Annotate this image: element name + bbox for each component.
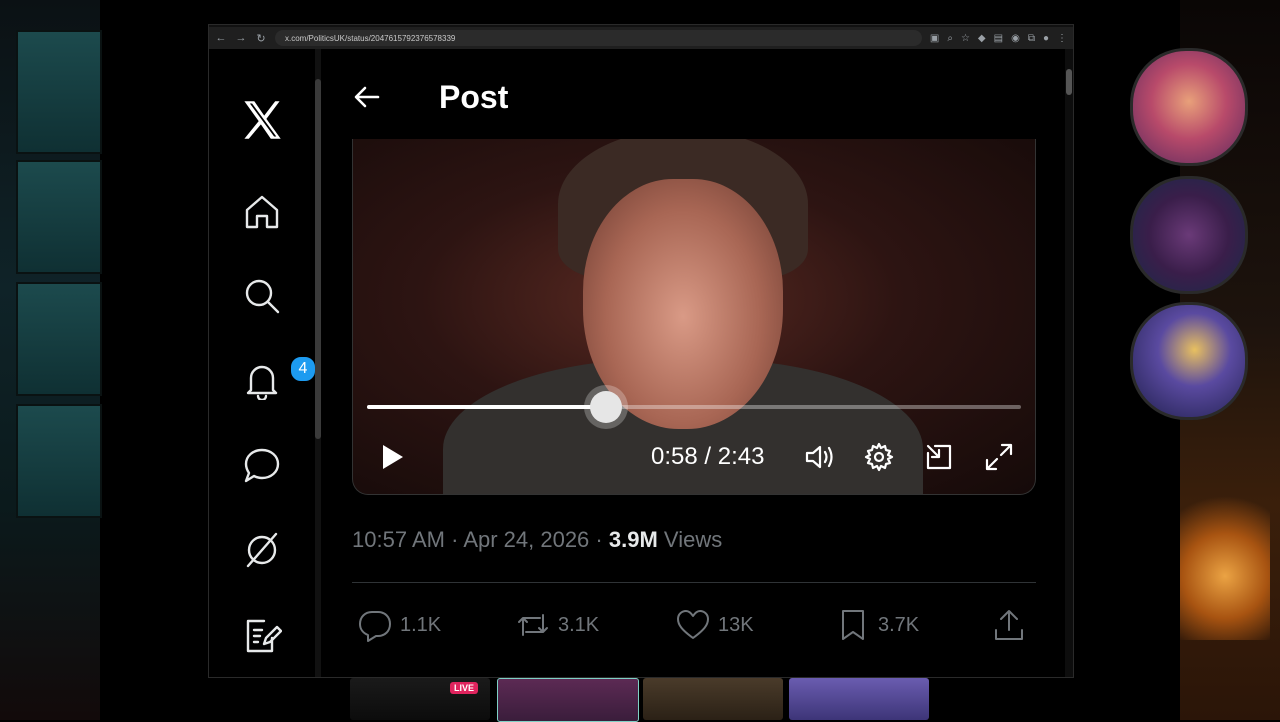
video-thumbnail-strip: LIVE bbox=[350, 678, 930, 722]
extensions-puzzle-icon[interactable]: ⧉ bbox=[1028, 33, 1035, 44]
post-metadata: 10:57 AM · Apr 24, 2026 · 3.9M Views bbox=[352, 527, 722, 553]
zoom-icon[interactable]: ⌕ bbox=[947, 33, 953, 44]
extension-icon[interactable]: ◉ bbox=[1011, 33, 1020, 44]
avatar bbox=[1130, 48, 1248, 166]
heart-icon bbox=[677, 610, 709, 639]
page-title: Post bbox=[439, 78, 509, 115]
x-logo-icon[interactable] bbox=[237, 95, 287, 145]
browser-window: ← → ↻ x.com/PoliticsUK/status/2047615792… bbox=[208, 24, 1074, 678]
like-button[interactable]: 13K bbox=[676, 605, 754, 645]
video-frame-face bbox=[583, 179, 783, 429]
thumbnail-card[interactable] bbox=[789, 678, 929, 720]
window-pane bbox=[16, 282, 102, 396]
video-player[interactable]: 0:58 / 2:43 bbox=[352, 139, 1036, 495]
address-bar[interactable]: x.com/PoliticsUK/status/2047615792376578… bbox=[275, 30, 922, 46]
bell-icon bbox=[246, 365, 278, 400]
avatar bbox=[1130, 302, 1248, 420]
reply-icon bbox=[359, 611, 391, 642]
video-controls: 0:58 / 2:43 bbox=[353, 435, 1035, 479]
install-icon[interactable]: ▣ bbox=[930, 33, 939, 44]
window-pane bbox=[16, 404, 102, 518]
bookmark-button[interactable]: 3.7K bbox=[836, 605, 919, 645]
share-button[interactable] bbox=[992, 605, 1026, 645]
main-column: Post 0:58 / 2:43 10:57 AM · Apr 24, 2026… bbox=[327, 49, 1062, 677]
forward-nav-icon[interactable]: → bbox=[235, 32, 247, 44]
window-pane bbox=[16, 160, 102, 274]
meta-separator: · bbox=[451, 527, 459, 552]
divider bbox=[352, 582, 1036, 583]
profile-icon[interactable]: ● bbox=[1043, 33, 1049, 44]
play-button[interactable] bbox=[371, 435, 411, 479]
related-section-peek bbox=[352, 661, 1036, 677]
bookmark-count: 3.7K bbox=[878, 613, 920, 636]
bookmark-star-icon[interactable]: ☆ bbox=[961, 33, 970, 44]
thumbnail-card[interactable] bbox=[643, 678, 783, 720]
reply-count: 1.1K bbox=[400, 613, 442, 636]
expand-icon bbox=[985, 443, 1013, 471]
browser-extensions: ▣ ⌕ ☆ ◆ ▤ ◉ ⧉ ● ⋮ bbox=[930, 33, 1067, 44]
back-nav-icon[interactable]: ← bbox=[215, 32, 227, 44]
scrollbar-thumb[interactable] bbox=[315, 79, 321, 439]
post-date[interactable]: Apr 24, 2026 bbox=[463, 527, 589, 552]
stream-avatars bbox=[1130, 0, 1248, 720]
chat-bubble-icon bbox=[244, 448, 280, 483]
window-pane bbox=[16, 30, 102, 154]
video-time: 0:58 / 2:43 bbox=[651, 443, 765, 470]
avatar bbox=[1130, 176, 1248, 294]
back-button[interactable] bbox=[347, 77, 387, 117]
sidebar-item-messages[interactable] bbox=[237, 441, 287, 491]
sidebar-item-compose[interactable] bbox=[237, 611, 287, 661]
gear-icon bbox=[864, 442, 894, 472]
settings-button[interactable] bbox=[859, 435, 899, 479]
compose-icon bbox=[246, 619, 282, 653]
sidebar-scrollbar[interactable] bbox=[315, 49, 321, 677]
post-time[interactable]: 10:57 AM bbox=[352, 527, 445, 552]
picture-in-picture-button[interactable] bbox=[919, 435, 959, 479]
post-header: Post bbox=[327, 77, 508, 117]
volume-button[interactable] bbox=[799, 435, 839, 479]
fullscreen-button[interactable] bbox=[979, 435, 1019, 479]
browser-toolbar: ← → ↻ x.com/PoliticsUK/status/2047615792… bbox=[209, 27, 1073, 49]
search-icon bbox=[245, 279, 280, 314]
url-text: x.com/PoliticsUK/status/2047615792376578… bbox=[285, 33, 456, 43]
sidebar-item-notifications[interactable]: 4 bbox=[237, 355, 317, 405]
live-badge: LIVE bbox=[449, 682, 478, 694]
notification-badge: 4 bbox=[289, 355, 317, 383]
reply-button[interactable]: 1.1K bbox=[358, 605, 441, 645]
reload-icon[interactable]: ↻ bbox=[255, 32, 267, 45]
like-count: 13K bbox=[718, 613, 754, 636]
repost-count: 3.1K bbox=[558, 613, 600, 636]
extension-icon[interactable]: ◆ bbox=[978, 33, 986, 44]
scrollbar-thumb[interactable] bbox=[1066, 69, 1072, 95]
repost-button[interactable]: 3.1K bbox=[516, 605, 599, 645]
volume-icon bbox=[805, 445, 833, 469]
meta-separator: · bbox=[595, 527, 603, 552]
sidebar-item-explore[interactable] bbox=[237, 271, 287, 321]
progress-scrubber[interactable] bbox=[589, 391, 622, 423]
bookmark-icon bbox=[842, 610, 864, 640]
repost-icon bbox=[518, 614, 548, 636]
menu-kebab-icon[interactable]: ⋮ bbox=[1057, 33, 1067, 44]
views-count: 3.9M bbox=[608, 527, 658, 552]
background-left-window-scene bbox=[0, 0, 102, 720]
post-actions: 1.1K 3.1K 13K 3.7K bbox=[352, 605, 1036, 645]
play-icon bbox=[383, 445, 403, 469]
sidebar-nav: 4 bbox=[209, 49, 319, 677]
share-icon bbox=[995, 610, 1023, 640]
sidebar-item-home[interactable] bbox=[237, 187, 287, 237]
views-label: Views bbox=[663, 527, 723, 552]
home-icon bbox=[245, 195, 279, 229]
sidebar-item-grok[interactable] bbox=[237, 525, 287, 575]
page-scrollbar[interactable] bbox=[1065, 49, 1073, 677]
grok-icon bbox=[246, 532, 278, 568]
thumbnail-card[interactable]: LIVE bbox=[350, 678, 490, 720]
arrow-left-icon bbox=[354, 86, 380, 108]
pip-icon bbox=[926, 444, 952, 470]
extension-icon[interactable]: ▤ bbox=[994, 33, 1003, 44]
thumbnail-card[interactable] bbox=[497, 678, 639, 722]
progress-fill bbox=[367, 405, 606, 409]
page-viewport: 4 Post 0:58 / 2:43 10:57 AM · Apr 24, 20… bbox=[209, 49, 1073, 677]
video-progress-bar[interactable] bbox=[367, 391, 1021, 423]
